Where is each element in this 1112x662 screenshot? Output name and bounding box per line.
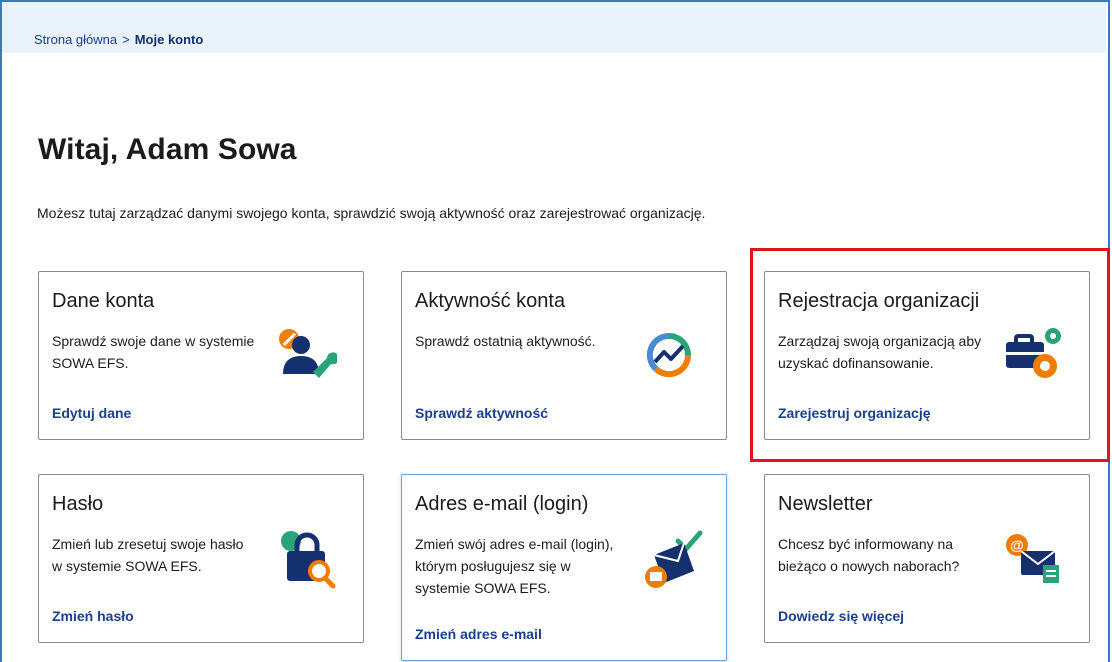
card-account-activity: Aktywność konta Sprawdź ostatnią aktywno… [401, 271, 727, 440]
learn-more-link[interactable]: Dowiedz się więcej [778, 608, 904, 624]
card-email: Adres e-mail (login) Zmień swój adres e-… [401, 474, 727, 661]
card-description: Chcesz być informowany na bieżąco o nowy… [778, 536, 960, 574]
card-title: Newsletter [778, 493, 873, 515]
page-title: Witaj, Adam Sowa [38, 133, 297, 166]
breadcrumb: Strona główna > Moje konto [34, 32, 203, 47]
breadcrumb-home-link[interactable]: Strona główna [34, 32, 117, 47]
card-title: Dane konta [52, 290, 155, 312]
activity-chart-icon [646, 332, 692, 378]
breadcrumb-current: Moje konto [134, 32, 204, 47]
card-newsletter: Newsletter Chcesz być informowany na bie… [764, 474, 1090, 643]
card-description: Zmień swój adres e-mail (login), którym … [415, 536, 614, 596]
page-intro: Możesz tutaj zarządzać danymi swojego ko… [37, 205, 706, 221]
change-email-link[interactable]: Zmień adres e-mail [415, 626, 542, 642]
padlock-search-icon [281, 531, 336, 589]
edit-data-link[interactable]: Edytuj dane [52, 405, 131, 421]
card-title: Hasło [52, 493, 104, 515]
breadcrumb-bar: Strona główna > Moje konto [2, 2, 1106, 53]
highlight-frame [750, 248, 1110, 462]
user-wrench-icon [279, 329, 337, 378]
card-title: Aktywność konta [415, 290, 566, 312]
card-account-data: Dane konta Sprawdź swoje dane w systemie… [38, 271, 364, 440]
check-activity-link[interactable]: Sprawdź aktywność [415, 405, 548, 421]
envelope-check-icon [645, 530, 703, 588]
card-description: Zmień lub zresetuj swoje hasło w systemi… [52, 536, 244, 574]
card-title: Adres e-mail (login) [415, 493, 589, 515]
card-password: Hasło Zmień lub zresetuj swoje hasło w s… [38, 474, 364, 643]
card-description: Sprawdź swoje dane w systemie SOWA EFS. [52, 333, 255, 371]
card-description: Sprawdź ostatnią aktywność. [415, 333, 596, 349]
change-password-link[interactable]: Zmień hasło [52, 608, 134, 624]
breadcrumb-separator: > [122, 32, 130, 47]
newsletter-envelope-icon: @ [1006, 534, 1059, 583]
